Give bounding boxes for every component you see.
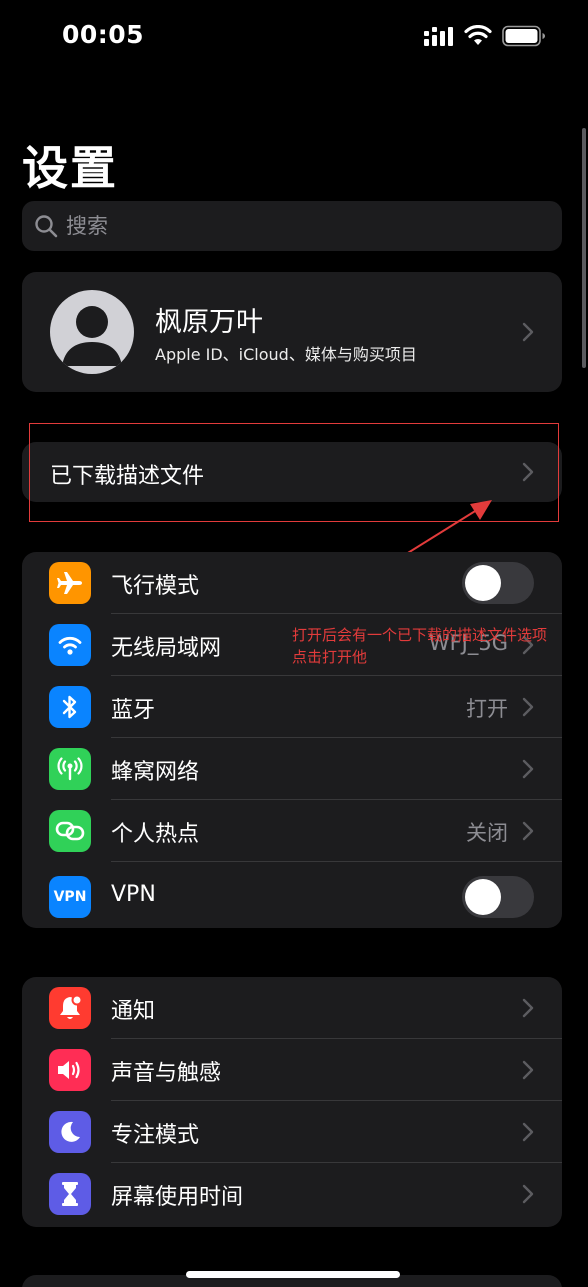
chevron-right-icon [522,998,534,1018]
page-title: 设置 [22,141,118,195]
toggle-knob [465,879,501,915]
sounds-label: 声音与触感 [111,1061,222,1086]
wifi-icon [49,624,91,666]
annotation-text: 打开后会有一个已下载的描述文件选项 点击打开他 [292,624,582,668]
toggle-knob [465,565,501,601]
chevron-right-icon [522,1060,534,1080]
speaker-icon [49,1049,91,1091]
bluetooth-label: 蓝牙 [111,698,156,723]
vpn-icon-text: VPN [53,889,87,905]
search-bar[interactable] [22,201,562,251]
screentime-label: 屏幕使用时间 [111,1185,244,1210]
airplane-icon [49,562,91,604]
airplane-mode-label: 飞行模式 [111,574,200,599]
annotation-line-2: 点击打开他 [292,648,368,666]
bell-icon [49,987,91,1029]
notifications-label: 通知 [111,999,156,1024]
avatar [50,290,134,374]
notifications-row[interactable]: 通知 [22,977,562,1039]
annotation-line-1: 打开后会有一个已下载的描述文件选项 [292,626,548,644]
vpn-label: VPN [111,882,156,907]
chevron-right-icon [522,821,534,841]
cellular-label: 蜂窝网络 [111,760,200,785]
scroll-indicator[interactable] [582,128,586,368]
profile-name: 枫原万叶 [155,307,263,338]
focus-row[interactable]: 专注模式 [22,1101,562,1163]
bluetooth-value: 打开 [466,697,508,721]
bluetooth-icon [49,686,91,728]
status-time: 00:05 [62,20,145,49]
profile-subtitle: Apple ID、iCloud、媒体与购买项目 [155,345,417,364]
hourglass-icon [49,1173,91,1215]
chevron-right-icon [522,1184,534,1204]
wifi-icon [464,24,492,47]
airplane-mode-row: 飞行模式 [22,552,562,614]
chevron-right-icon [522,322,534,342]
apple-id-profile-card[interactable]: 枫原万叶 Apple ID、iCloud、媒体与购买项目 [22,272,562,392]
chevron-right-icon [522,759,534,779]
bluetooth-row[interactable]: 蓝牙 打开 [22,676,562,738]
wifi-label: 无线局域网 [111,636,222,661]
search-icon [34,214,58,238]
hotspot-row[interactable]: 个人热点 关闭 [22,800,562,862]
search-input[interactable] [66,201,546,251]
network-settings-group: 飞行模式 无线局域网 WFJ_5G 蓝牙 打开 蜂窝网络 个人热点 关闭 VPN… [22,552,562,928]
status-bar: 00:05 [0,0,588,72]
notification-settings-group: 通知 声音与触感 专注模式 屏幕使用时间 [22,977,562,1227]
cellular-antenna-icon [49,748,91,790]
airplane-mode-toggle[interactable] [462,562,534,604]
divider [111,861,562,862]
chevron-right-icon [522,1122,534,1142]
vpn-toggle[interactable] [462,876,534,918]
focus-label: 专注模式 [111,1123,200,1148]
hotspot-value: 关闭 [466,821,508,845]
cellular-signal-icon [424,26,456,46]
moon-icon [49,1111,91,1153]
hotspot-label: 个人热点 [111,822,200,847]
chevron-right-icon [522,697,534,717]
cellular-row[interactable]: 蜂窝网络 [22,738,562,800]
hotspot-icon [49,810,91,852]
home-indicator[interactable] [186,1271,400,1278]
vpn-icon: VPN [49,876,91,918]
battery-icon [502,25,546,47]
sounds-row[interactable]: 声音与触感 [22,1039,562,1101]
screentime-row[interactable]: 屏幕使用时间 [22,1163,562,1225]
vpn-row: VPN VPN [22,866,562,928]
